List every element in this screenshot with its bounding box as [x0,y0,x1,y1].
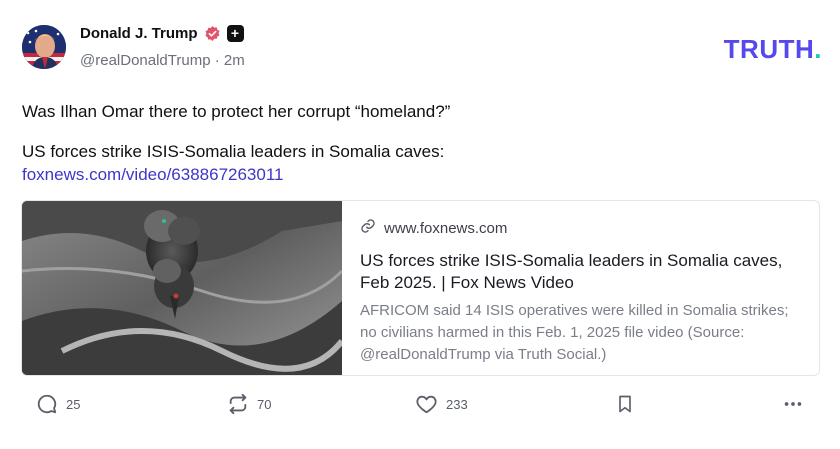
handle-row: @realDonaldTrump · 2m [80,52,245,69]
retruth-button[interactable]: 70 [227,393,271,415]
post-link[interactable]: foxnews.com/video/638867263011 [22,165,283,184]
like-icon [415,393,438,415]
logo-dot: . [814,34,822,64]
reply-icon [36,393,58,415]
more-icon [781,393,805,415]
avatar[interactable] [22,25,66,69]
post-header: Donald J. Trump + @realDonaldTrump · 2m … [22,22,822,72]
card-body: www.foxnews.com US forces strike ISIS-So… [360,218,800,366]
card-domain-row: www.foxnews.com [360,218,800,238]
card-description: AFRICOM said 14 ISIS operatives were kil… [360,302,789,363]
link-preview-card[interactable]: www.foxnews.com US forces strike ISIS-So… [21,200,820,376]
post-content: Was Ilhan Omar there to protect her corr… [22,100,822,186]
post-time[interactable]: 2m [224,52,245,69]
handle[interactable]: @realDonaldTrump [80,52,211,69]
author-row: Donald J. Trump + [80,25,244,42]
separator: · [214,52,220,69]
logo-text: TRUTH [723,34,815,64]
retruth-icon [227,393,249,415]
bookmark-icon [615,393,635,415]
card-domain: www.foxnews.com [384,219,508,237]
author-name[interactable]: Donald J. Trump [80,25,198,42]
reply-count: 25 [66,396,81,412]
truth-logo[interactable]: TRUTH. [724,34,822,65]
preview-image [22,201,345,375]
action-bar: 25 70 233 [0,393,840,427]
bookmark-button[interactable] [615,393,635,415]
post-text-line1: Was Ilhan Omar there to protect her corr… [22,102,451,121]
post-text-line2: US forces strike ISIS-Somalia leaders in… [22,142,445,161]
more-button[interactable] [781,393,805,415]
verified-badge-icon [204,25,221,42]
plus-badge-icon: + [226,25,244,42]
card-title[interactable]: US forces strike ISIS-Somalia leaders in… [360,250,800,294]
retruth-count: 70 [257,396,272,412]
like-count: 233 [446,396,468,412]
reply-button[interactable]: 25 [36,393,80,415]
link-icon [360,218,376,238]
like-button[interactable]: 233 [415,393,468,415]
